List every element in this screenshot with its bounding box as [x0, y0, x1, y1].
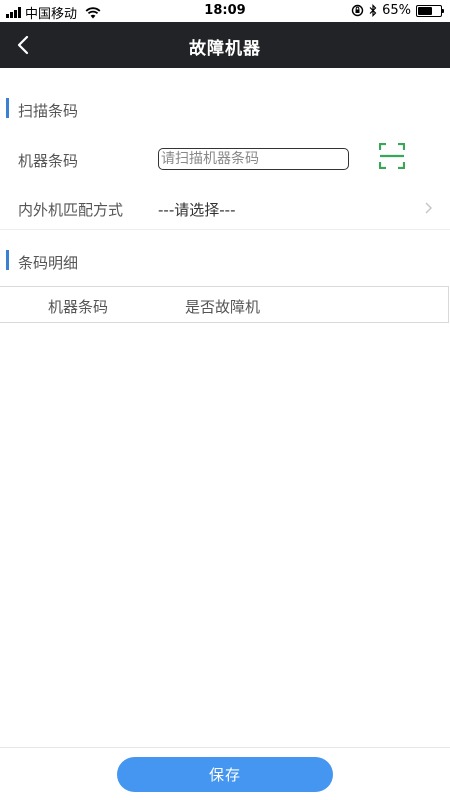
- battery-percent: 65%: [382, 3, 411, 18]
- orientation-lock-icon: [351, 4, 364, 17]
- page-title: 故障机器: [189, 39, 261, 59]
- status-right: 65%: [351, 3, 444, 18]
- barcode-input[interactable]: [158, 148, 349, 170]
- scan-frame-icon[interactable]: [379, 143, 405, 169]
- scan-section-title: 扫描条码: [18, 102, 79, 120]
- bluetooth-icon: [369, 4, 377, 17]
- detail-section-header: 条码明细: [0, 240, 450, 276]
- column-header-faulty: 是否故障机: [185, 298, 261, 316]
- save-button[interactable]: 保存: [117, 757, 333, 792]
- match-method-select[interactable]: ---请选择---: [158, 199, 235, 220]
- section-accent-bar: [6, 250, 9, 270]
- bottom-bar: 保存: [0, 747, 450, 800]
- detail-section-title: 条码明细: [18, 254, 79, 272]
- section-accent-bar: [6, 98, 9, 118]
- battery-level: [418, 6, 433, 15]
- chevron-right-icon[interactable]: [424, 200, 434, 216]
- scan-section-header: 扫描条码: [0, 88, 450, 124]
- battery-icon: [416, 4, 444, 17]
- divider: [0, 229, 450, 230]
- match-method-label: 内外机匹配方式: [18, 201, 124, 219]
- barcode-label: 机器条码: [18, 152, 79, 170]
- column-header-barcode: 机器条码: [48, 298, 109, 316]
- detail-table-header: 机器条码 是否故障机: [0, 286, 449, 323]
- status-bar: 中国移动 18:09 65%: [0, 0, 450, 22]
- nav-bar: 故障机器: [0, 22, 450, 68]
